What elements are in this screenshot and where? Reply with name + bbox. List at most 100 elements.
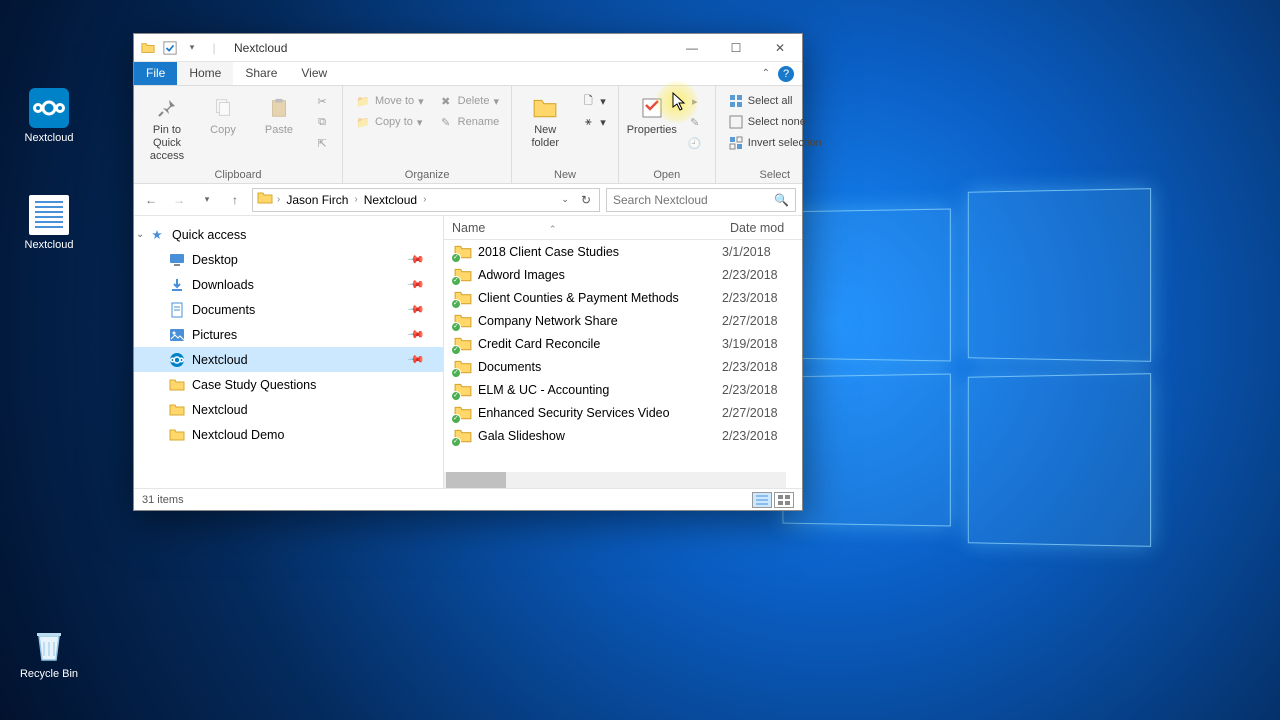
title-bar[interactable]: ▾ | Nextcloud — ☐ ✕	[134, 34, 802, 62]
properties-button[interactable]: Properties	[627, 90, 677, 137]
file-row[interactable]: Enhanced Security Services Video2/27/201…	[444, 401, 802, 424]
tab-home[interactable]: Home	[177, 62, 233, 85]
nav-item-case-study-questions[interactable]: Case Study Questions	[134, 372, 443, 397]
file-row[interactable]: Client Counties & Payment Methods2/23/20…	[444, 286, 802, 309]
recent-button[interactable]: ▾	[196, 189, 218, 211]
new-folder-button[interactable]: New folder	[520, 90, 570, 150]
nav-item-desktop[interactable]: Desktop📌	[134, 247, 443, 272]
paste-shortcut-button[interactable]: ⇱	[310, 134, 334, 152]
desktop-icon-nextcloud-doc[interactable]: Nextcloud	[14, 195, 84, 251]
column-header-date[interactable]: Date mod	[722, 221, 802, 235]
paste-button[interactable]: Paste	[254, 90, 304, 137]
file-row[interactable]: Credit Card Reconcile3/19/2018	[444, 332, 802, 355]
pin-to-quick-access-button[interactable]: Pin to Quick access	[142, 90, 192, 164]
cut-button[interactable]: ✂	[310, 92, 334, 110]
desktop-icon	[168, 251, 186, 269]
chevron-right-icon[interactable]: ›	[277, 194, 280, 205]
address-box[interactable]: › Jason Firch › Nextcloud › ⌄ ↻	[252, 188, 600, 212]
nav-quick-access[interactable]: ⌄ ★ Quick access	[134, 222, 443, 247]
nav-item-documents[interactable]: Documents📌	[134, 297, 443, 322]
desktop-icon-label: Nextcloud	[14, 239, 84, 251]
desktop[interactable]: Nextcloud Nextcloud Recycle Bin ▾ | Next…	[0, 0, 1280, 720]
up-button[interactable]: ↑	[224, 189, 246, 211]
file-row[interactable]: Company Network Share2/27/2018	[444, 309, 802, 332]
address-dropdown-icon[interactable]: ⌄	[557, 194, 573, 205]
shortcut-icon: ⇱	[314, 135, 330, 151]
address-bar: ← → ▾ ↑ › Jason Firch › Nextcloud › ⌄ ↻ …	[134, 184, 802, 216]
back-button[interactable]: ←	[140, 189, 162, 211]
open-button[interactable]: ▸	[683, 92, 707, 110]
horizontal-scrollbar[interactable]	[444, 472, 786, 488]
delete-icon: ✖	[438, 93, 454, 109]
ribbon-group-select: Select all Select none Invert selection …	[716, 86, 834, 183]
move-to-button[interactable]: 📁Move to ▾	[351, 92, 428, 110]
rename-button[interactable]: ✎Rename	[434, 113, 504, 131]
forward-button[interactable]: →	[168, 189, 190, 211]
file-date: 2/27/2018	[722, 406, 802, 420]
desktop-icon-recycle-bin[interactable]: Recycle Bin	[14, 624, 84, 680]
history-button[interactable]: 🕘	[683, 134, 707, 152]
icons-view-button[interactable]	[774, 492, 794, 508]
file-date: 2/23/2018	[722, 268, 802, 282]
copy-path-button[interactable]: ⧉	[310, 113, 334, 131]
file-row[interactable]: Documents2/23/2018	[444, 355, 802, 378]
close-button[interactable]: ✕	[758, 34, 802, 62]
search-icon[interactable]: 🔍	[774, 193, 789, 207]
breadcrumb-item[interactable]: Jason Firch	[284, 193, 350, 207]
pin-icon: 📌	[407, 250, 426, 269]
desktop-icon-nextcloud-app[interactable]: Nextcloud	[14, 88, 84, 144]
help-icon[interactable]: ?	[778, 66, 794, 82]
select-none-icon	[728, 114, 744, 130]
tab-view[interactable]: View	[289, 62, 339, 85]
search-input[interactable]	[613, 193, 774, 207]
easy-access-button[interactable]: ⚹▾	[576, 113, 610, 131]
ribbon-group-clipboard: Pin to Quick access Copy Paste ✂ ⧉ ⇱	[134, 86, 343, 183]
search-box[interactable]: 🔍	[606, 188, 796, 212]
sync-badge-icon	[451, 253, 461, 263]
copy-button[interactable]: Copy	[198, 90, 248, 137]
tab-file[interactable]: File	[134, 62, 177, 85]
file-list-pane[interactable]: Name ⌃ Date mod 2018 Client Case Studies…	[444, 216, 802, 488]
file-row[interactable]: Adword Images2/23/2018	[444, 263, 802, 286]
select-none-button[interactable]: Select none	[724, 113, 826, 131]
nav-item-downloads[interactable]: Downloads📌	[134, 272, 443, 297]
nextcloud-icon	[168, 351, 186, 369]
tab-share[interactable]: Share	[233, 62, 289, 85]
file-name: Gala Slideshow	[478, 429, 722, 443]
file-explorer-window: ▾ | Nextcloud — ☐ ✕ File Home Share View…	[133, 33, 803, 511]
maximize-button[interactable]: ☐	[714, 34, 758, 62]
file-row[interactable]: Gala Slideshow2/23/2018	[444, 424, 802, 447]
invert-selection-button[interactable]: Invert selection	[724, 134, 826, 152]
file-row[interactable]: 2018 Client Case Studies3/1/2018	[444, 240, 802, 263]
nav-item-nextcloud[interactable]: Nextcloud📌	[134, 347, 443, 372]
chevron-right-icon[interactable]: ›	[423, 194, 426, 205]
collapse-ribbon-icon[interactable]: ⌃	[762, 68, 770, 79]
new-folder-icon	[531, 94, 559, 122]
column-header-name[interactable]: Name ⌃	[444, 221, 722, 235]
folder-icon	[454, 243, 472, 261]
refresh-button[interactable]: ↻	[577, 193, 595, 207]
nav-item-nextcloud[interactable]: Nextcloud	[134, 397, 443, 422]
nav-item-nextcloud-demo[interactable]: Nextcloud Demo	[134, 422, 443, 447]
dropdown-icon[interactable]: ▾	[184, 40, 200, 56]
file-date: 2/23/2018	[722, 383, 802, 397]
chevron-right-icon[interactable]: ›	[354, 194, 357, 205]
sync-badge-icon	[451, 322, 461, 332]
cut-icon: ✂	[314, 93, 330, 109]
minimize-button[interactable]: —	[670, 34, 714, 62]
delete-button[interactable]: ✖Delete ▾	[434, 92, 504, 110]
nav-item-pictures[interactable]: Pictures📌	[134, 322, 443, 347]
copy-to-button[interactable]: 📁Copy to ▾	[351, 113, 428, 131]
breadcrumb-item[interactable]: Nextcloud	[362, 193, 419, 207]
checkbox-icon[interactable]	[162, 40, 178, 56]
collapse-icon[interactable]: ⌄	[136, 229, 148, 240]
file-name: Enhanced Security Services Video	[478, 406, 722, 420]
edit-button[interactable]: ✎	[683, 113, 707, 131]
desktop-icon-label: Nextcloud	[14, 132, 84, 144]
navigation-pane[interactable]: ⌄ ★ Quick access Desktop📌Downloads📌Docum…	[134, 216, 444, 488]
new-item-button[interactable]: 🗋▾	[576, 92, 610, 110]
details-view-button[interactable]	[752, 492, 772, 508]
select-all-button[interactable]: Select all	[724, 92, 826, 110]
file-row[interactable]: ELM & UC - Accounting2/23/2018	[444, 378, 802, 401]
properties-icon	[638, 94, 666, 122]
